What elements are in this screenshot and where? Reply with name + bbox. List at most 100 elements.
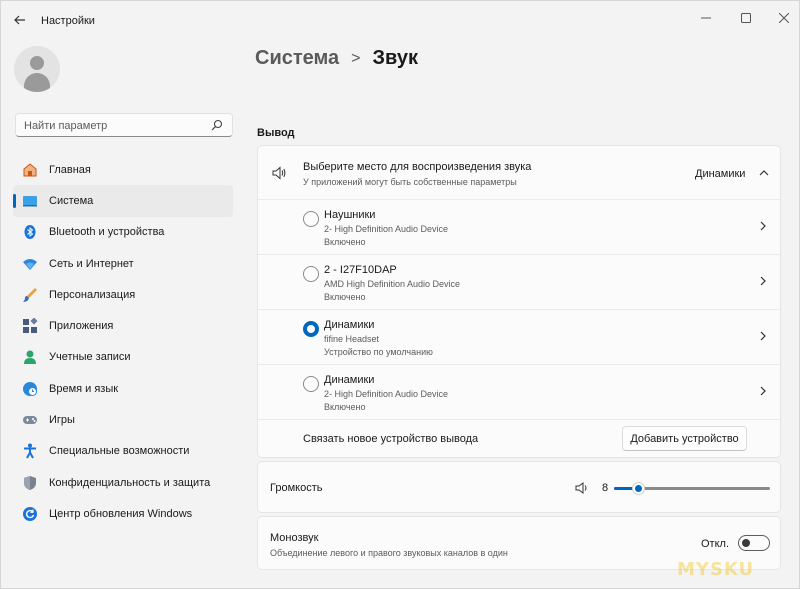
sidebar-item-label: Главная <box>49 163 91 176</box>
search-input[interactable]: Найти параметр <box>15 113 233 137</box>
sidebar-item-label: Центр обновления Windows <box>49 507 193 520</box>
device-status: Включено <box>324 402 366 412</box>
apps-icon <box>22 318 38 334</box>
gamepad-icon <box>22 412 38 428</box>
sidebar-item-label: Игры <box>49 414 75 427</box>
speaker-icon <box>272 166 286 180</box>
sidebar-item-accessibility[interactable]: Специальные возможности <box>13 436 233 467</box>
close-icon[interactable] <box>769 7 799 29</box>
search-icon[interactable] <box>211 119 223 131</box>
device-driver: fifine Headset <box>324 334 380 344</box>
avatar[interactable] <box>14 46 60 92</box>
sidebar-item-label: Приложения <box>49 320 114 333</box>
sidebar-item-time-language[interactable]: Время и язык <box>13 373 233 404</box>
breadcrumb-parent[interactable]: Система <box>255 47 339 70</box>
add-device-button[interactable]: Добавить устройство <box>622 426 747 451</box>
speaker-icon[interactable] <box>575 481 589 495</box>
list-item[interactable]: 2 - I27F10DAP AMD High Definition Audio … <box>258 255 780 310</box>
wifi-icon <box>22 256 38 272</box>
sidebar-item-label: Персонализация <box>49 288 136 301</box>
sidebar-item-gaming[interactable]: Игры <box>13 404 233 435</box>
globe-clock-icon <box>22 381 38 397</box>
output-header-subtitle: У приложений могут быть собственные пара… <box>303 177 517 187</box>
volume-label: Громкость <box>270 482 323 494</box>
volume-slider-thumb[interactable] <box>632 482 645 495</box>
bluetooth-icon <box>22 224 38 240</box>
sidebar-item-apps[interactable]: Приложения <box>13 310 233 341</box>
selected-output-device: Динамики <box>695 168 746 180</box>
output-device-header[interactable]: Выберите место для воспроизведения звука… <box>258 146 780 200</box>
sidebar-item-label: Конфиденциальность и защита <box>49 476 211 489</box>
sidebar-item-label: Время и язык <box>49 382 119 395</box>
device-status: Устройство по умолчанию <box>324 347 433 357</box>
list-item[interactable]: Наушники 2- High Definition Audio Device… <box>258 200 780 255</box>
device-radio-selected[interactable] <box>303 321 319 337</box>
breadcrumb-separator: > <box>351 49 361 67</box>
sidebar-item-accounts[interactable]: Учетные записи <box>13 342 233 373</box>
chevron-right-icon[interactable] <box>758 220 768 232</box>
system-icon <box>22 193 38 209</box>
mono-audio-subtitle: Объединение левого и правого звуковых ка… <box>270 548 508 558</box>
mono-audio-toggle[interactable] <box>738 535 770 551</box>
sidebar-item-bluetooth[interactable]: Bluetooth и устройства <box>13 217 233 248</box>
device-radio[interactable] <box>303 211 319 227</box>
minimize-icon[interactable] <box>691 7 721 29</box>
chevron-up-icon[interactable] <box>758 168 770 178</box>
pair-new-output-label: Связать новое устройство вывода <box>303 433 479 445</box>
chevron-right-icon[interactable] <box>758 275 768 287</box>
update-icon <box>22 506 38 522</box>
sidebar-nav: Главная Система Bluetooth и устройства С… <box>13 154 233 530</box>
device-radio[interactable] <box>303 266 319 282</box>
home-icon <box>22 162 38 178</box>
account-icon <box>22 349 38 365</box>
sidebar-item-label: Специальные возможности <box>49 445 190 458</box>
shield-icon <box>22 475 38 491</box>
device-name: Динамики <box>324 319 375 331</box>
output-header-title: Выберите место для воспроизведения звука <box>303 161 532 173</box>
volume-slider[interactable] <box>614 479 770 497</box>
page-title: Звук <box>372 47 418 69</box>
brush-icon <box>22 287 38 303</box>
chevron-right-icon[interactable] <box>758 330 768 342</box>
device-status: Включено <box>324 292 366 302</box>
sidebar-item-personalization[interactable]: Персонализация <box>13 279 233 310</box>
sidebar-item-windows-update[interactable]: Центр обновления Windows <box>13 498 233 529</box>
toggle-knob <box>742 539 750 547</box>
sidebar-item-label: Учетные записи <box>49 351 131 364</box>
output-card: Выберите место для воспроизведения звука… <box>257 145 781 458</box>
device-driver: 2- High Definition Audio Device <box>324 224 449 234</box>
title-bar: Настройки <box>1 1 799 39</box>
device-driver: AMD High Definition Audio Device <box>324 279 461 289</box>
sidebar-item-label: Bluetooth и устройства <box>49 226 165 239</box>
pair-new-output-row: Связать новое устройство вывода Добавить… <box>258 420 780 457</box>
watermark: MYSKU <box>677 559 755 580</box>
device-name: 2 - I27F10DAP <box>324 264 397 276</box>
search-placeholder: Найти параметр <box>24 120 108 132</box>
settings-window: Настройки Найти параметр Главная Система… <box>0 0 800 589</box>
accessibility-icon <box>22 443 38 459</box>
maximize-icon[interactable] <box>731 7 761 29</box>
section-title-output: Вывод <box>257 127 295 139</box>
volume-card: Громкость 8 <box>257 461 781 513</box>
mono-audio-state: Откл. <box>701 538 730 550</box>
device-radio[interactable] <box>303 376 319 392</box>
list-item[interactable]: Динамики fifine Headset Устройство по ум… <box>258 310 780 365</box>
mono-audio-title: Монозвук <box>270 532 319 544</box>
sidebar-item-label: Сеть и Интернет <box>49 257 134 270</box>
device-name: Наушники <box>324 209 376 221</box>
chevron-right-icon[interactable] <box>758 385 768 397</box>
volume-value: 8 <box>602 482 609 494</box>
sidebar-item-label: Система <box>49 194 94 207</box>
device-status: Включено <box>324 237 366 247</box>
sidebar-item-network[interactable]: Сеть и Интернет <box>13 248 233 279</box>
list-item[interactable]: Динамики 2- High Definition Audio Device… <box>258 365 780 420</box>
avatar-body <box>24 73 50 92</box>
back-arrow-icon[interactable] <box>11 12 29 28</box>
device-driver: 2- High Definition Audio Device <box>324 389 449 399</box>
sidebar-item-home[interactable]: Главная <box>13 154 233 185</box>
sidebar-item-privacy[interactable]: Конфиденциальность и защита <box>13 467 233 498</box>
avatar-head <box>30 56 44 70</box>
sidebar-item-system[interactable]: Система <box>13 185 233 217</box>
device-name: Динамики <box>324 374 375 386</box>
window-title: Настройки <box>41 15 95 27</box>
